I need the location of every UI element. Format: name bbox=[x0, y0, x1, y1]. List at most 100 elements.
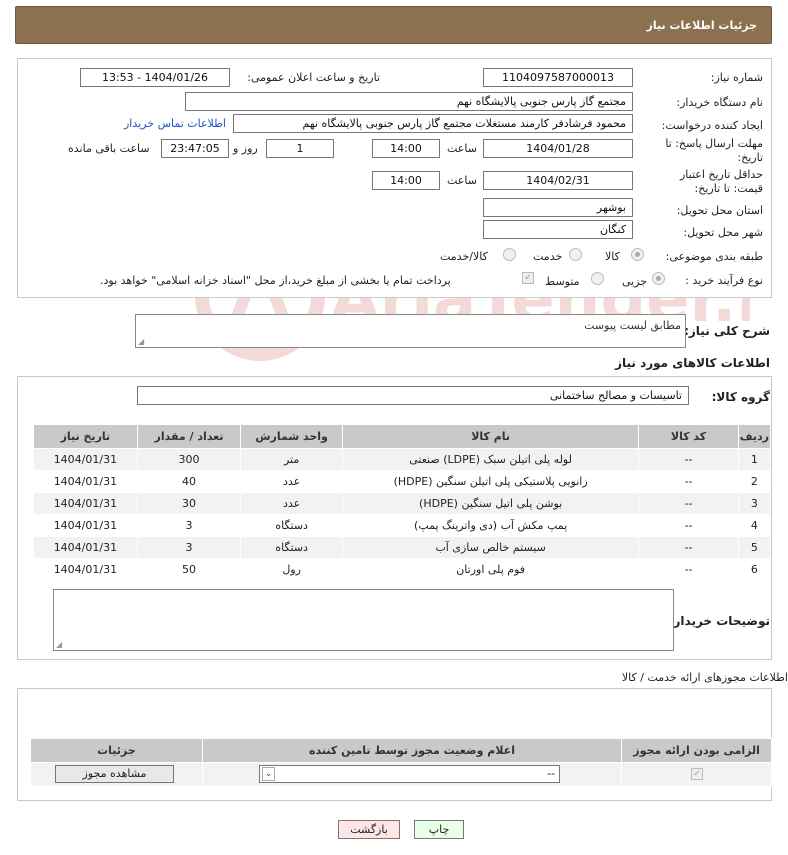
license-section-title: اطلاعات مجوزهای ارائه خدمت / کالا bbox=[621, 671, 788, 684]
license-select-value: -- bbox=[547, 767, 555, 780]
cell-quantity: 50 bbox=[136, 558, 242, 581]
cell-need-date: 1404/01/31 bbox=[33, 492, 138, 515]
process-medium-label: متوسط bbox=[545, 275, 580, 288]
cell-goods-code: -- bbox=[638, 448, 739, 471]
goods-group-field: تاسیسات و مصالح ساختمانی bbox=[137, 386, 689, 405]
process-minor-label: جزیی bbox=[622, 275, 648, 288]
treasury-payment-note: پرداخت تمام یا بخشی از مبلغ خرید،از محل … bbox=[100, 274, 451, 287]
col-quantity: تعداد / مقدار bbox=[136, 424, 242, 449]
category-label: طبقه بندی موضوعی: bbox=[665, 250, 763, 263]
cell-goods-name: لوله پلی اتیلن سبک (LDPE) صنعتی bbox=[341, 448, 640, 471]
chevron-down-icon: ⌄ bbox=[262, 767, 275, 781]
cell-quantity: 40 bbox=[136, 470, 242, 493]
cell-goods-name: پمپ مکش آب (دی واترینگ پمپ) bbox=[341, 514, 640, 537]
col-license-required: الزامی بودن ارائه مجوز bbox=[621, 738, 772, 763]
deadline-date-field: 1404/01/28 bbox=[483, 139, 633, 158]
cell-unit: دستگاه bbox=[240, 514, 343, 537]
buyer-org-field: مجتمع گاز پارس جنوبی پالایشگاه نهم bbox=[185, 92, 633, 111]
cell-goods-name: فوم پلی اورتان bbox=[341, 558, 640, 581]
buyer-notes-textarea[interactable]: ◢ bbox=[53, 589, 674, 651]
cell-goods-name: زانویی پلاستیکی پلی اتیلن سنگین (HDPE) bbox=[341, 470, 640, 493]
cell-need-date: 1404/01/31 bbox=[33, 558, 138, 581]
cell-need-date: 1404/01/31 bbox=[33, 536, 138, 559]
cell-goods-code: -- bbox=[638, 514, 739, 537]
cell-goods-code: -- bbox=[638, 492, 739, 515]
cell-unit: دستگاه bbox=[240, 536, 343, 559]
goods-table: ردیف کد کالا نام کالا واحد شمارش تعداد /… bbox=[33, 424, 772, 581]
back-button[interactable]: بازگشت bbox=[338, 820, 400, 839]
col-need-date: تاریخ نیاز bbox=[33, 424, 138, 449]
col-license-status: اعلام وضعیت مجوز توسط تامین کننده bbox=[201, 738, 623, 763]
cell-quantity: 3 bbox=[136, 536, 242, 559]
creator-field: محمود فرشادفر کارمند مستغلات مجتمع گاز پ… bbox=[233, 114, 633, 133]
time-remaining-field: 23:47:05 bbox=[161, 139, 229, 158]
cell-unit: عدد bbox=[240, 492, 343, 515]
validity-time-field: 14:00 bbox=[372, 171, 440, 190]
table-row: 6 -- فوم پلی اورتان رول 50 1404/01/31 bbox=[33, 558, 772, 581]
col-row-number: ردیف bbox=[737, 424, 772, 449]
validity-date-field: 1404/02/31 bbox=[483, 171, 633, 190]
description-value: مطابق لیست پیوست bbox=[584, 319, 681, 332]
cell-row-number: 4 bbox=[737, 514, 772, 537]
city-field: کنگان bbox=[483, 220, 633, 239]
deadline-time-label: ساعت bbox=[447, 142, 477, 155]
goods-section-title: اطلاعات کالاهای مورد نیاز bbox=[615, 356, 770, 370]
need-number-label: شماره نیاز: bbox=[710, 71, 763, 84]
view-license-button[interactable]: مشاهده مجوز bbox=[55, 765, 174, 783]
cell-row-number: 1 bbox=[737, 448, 772, 471]
resize-grip-icon: ◢ bbox=[138, 337, 145, 346]
days-remaining-field: 1 bbox=[266, 139, 334, 158]
buyer-notes-label: توضیحات خریدار: bbox=[668, 614, 770, 628]
validity-time-label: ساعت bbox=[447, 174, 477, 187]
process-label: نوع فرآیند خرید : bbox=[685, 274, 763, 287]
cell-unit: عدد bbox=[240, 470, 343, 493]
cell-row-number: 3 bbox=[737, 492, 772, 515]
category-service-radio[interactable] bbox=[569, 248, 582, 261]
cell-row-number: 6 bbox=[737, 558, 772, 581]
process-minor-radio[interactable] bbox=[652, 272, 665, 285]
license-status-select[interactable]: ⌄ -- bbox=[259, 765, 560, 783]
goods-group-label: گروه کالا: bbox=[711, 390, 770, 404]
cell-quantity: 300 bbox=[136, 448, 242, 471]
cell-row-number: 5 bbox=[737, 536, 772, 559]
cell-need-date: 1404/01/31 bbox=[33, 514, 138, 537]
cell-goods-name: سیستم خالص سازی آب bbox=[341, 536, 640, 559]
cell-goods-code: -- bbox=[638, 558, 739, 581]
treasury-payment-checkbox[interactable]: ✓ bbox=[522, 272, 534, 284]
announce-datetime-field: 1404/01/26 - 13:53 bbox=[80, 68, 230, 87]
category-goods-radio[interactable] bbox=[631, 248, 644, 261]
buyer-contact-link[interactable]: اطلاعات تماس خریدار bbox=[124, 117, 226, 130]
cell-quantity: 3 bbox=[136, 514, 242, 537]
description-label: شرح کلی نیاز: bbox=[684, 324, 770, 338]
need-number-field: 1104097587000013 bbox=[483, 68, 633, 87]
buyer-org-label: نام دستگاه خریدار: bbox=[676, 96, 763, 109]
cell-quantity: 30 bbox=[136, 492, 242, 515]
process-medium-radio[interactable] bbox=[591, 272, 604, 285]
description-textarea[interactable]: مطابق لیست پیوست ◢ bbox=[135, 314, 686, 348]
table-row: 1 -- لوله پلی اتیلن سبک (LDPE) صنعتی متر… bbox=[33, 448, 772, 471]
category-service-label: خدمت bbox=[533, 250, 563, 263]
time-remaining-label: ساعت باقی مانده bbox=[68, 142, 150, 155]
deadline-label: مهلت ارسال پاسخ: تا تاریخ: bbox=[665, 137, 763, 164]
province-field: بوشهر bbox=[483, 198, 633, 217]
col-unit: واحد شمارش bbox=[240, 424, 343, 449]
days-label: روز و bbox=[233, 142, 258, 155]
table-row: 2 -- زانویی پلاستیکی پلی اتیلن سنگین (HD… bbox=[33, 470, 772, 493]
cell-goods-name: بوشن پلی اتیل سنگین (HDPE) bbox=[341, 492, 640, 515]
license-required-checkbox[interactable]: ✓ bbox=[691, 768, 703, 780]
validity-label: حداقل تاریخ اعتبار قیمت: تا تاریخ: bbox=[679, 168, 763, 195]
creator-label: ایجاد کننده درخواست: bbox=[661, 119, 763, 132]
cell-goods-code: -- bbox=[638, 470, 739, 493]
cell-unit: متر bbox=[240, 448, 343, 471]
print-button[interactable]: چاپ bbox=[414, 820, 464, 839]
col-license-details: جزئیات bbox=[30, 738, 203, 763]
category-both-label: کالا/خدمت bbox=[440, 250, 488, 263]
table-row: 5 -- سیستم خالص سازی آب دستگاه 3 1404/01… bbox=[33, 536, 772, 559]
category-goods-label: کالا bbox=[605, 250, 620, 263]
province-label: استان محل تحویل: bbox=[676, 204, 763, 217]
category-both-radio[interactable] bbox=[503, 248, 516, 261]
cell-goods-code: -- bbox=[638, 536, 739, 559]
resize-grip-icon: ◢ bbox=[56, 640, 63, 649]
announce-label: تاریخ و ساعت اعلان عمومی: bbox=[247, 71, 380, 84]
table-row: 3 -- بوشن پلی اتیل سنگین (HDPE) عدد 30 1… bbox=[33, 492, 772, 515]
